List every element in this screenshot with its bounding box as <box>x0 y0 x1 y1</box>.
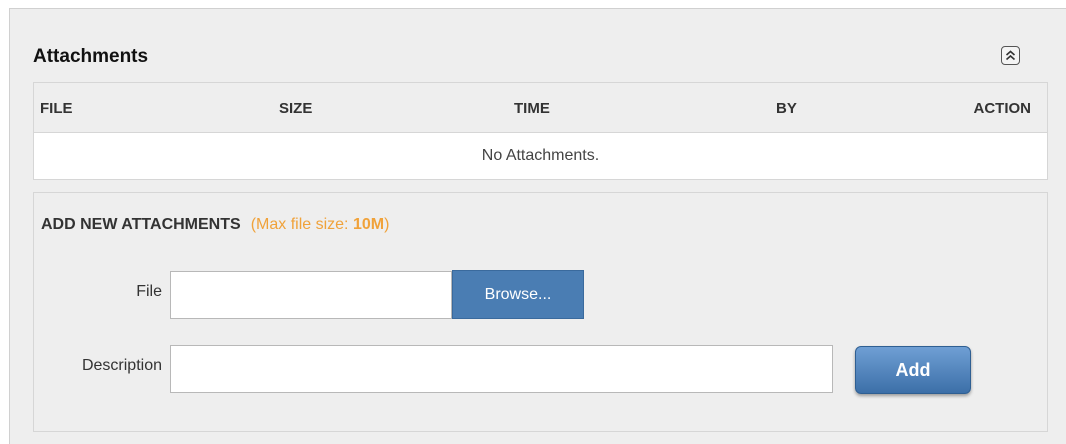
double-chevron-up-icon <box>1005 50 1016 61</box>
add-attachments-section: ADD NEW ATTACHMENTS (Max file size: 10M) … <box>33 192 1048 432</box>
column-time: TIME <box>514 100 550 117</box>
column-file: FILE <box>40 100 73 117</box>
browse-button[interactable]: Browse... <box>452 270 584 319</box>
empty-message: No Attachments. <box>481 147 600 164</box>
max-size-hint: (Max file size: 10M) <box>251 216 390 233</box>
file-label: File <box>136 283 162 300</box>
hint-suffix: ) <box>384 216 390 233</box>
column-action: ACTION <box>973 100 1032 117</box>
collapse-button[interactable] <box>1001 46 1020 65</box>
table-header: FILE SIZE TIME BY ACTION <box>34 83 1047 133</box>
add-section-heading: ADD NEW ATTACHMENTS <box>41 216 241 233</box>
max-size-value: 10M <box>352 216 385 233</box>
attachments-panel: Attachments FILE SIZE TIME BY ACTION No … <box>9 8 1066 444</box>
description-input[interactable] <box>170 345 833 393</box>
add-button[interactable]: Add <box>855 346 971 394</box>
attachments-table: FILE SIZE TIME BY ACTION No Attachments. <box>33 82 1048 180</box>
hint-prefix: (Max file size: <box>250 216 353 233</box>
column-by: BY <box>776 100 797 117</box>
description-label: Description <box>81 357 162 374</box>
add-section-title: ADD NEW ATTACHMENTS (Max file size: 10M) <box>41 216 389 234</box>
panel-title: Attachments <box>33 46 149 67</box>
file-path-input[interactable] <box>170 271 452 319</box>
column-size: SIZE <box>279 100 313 117</box>
